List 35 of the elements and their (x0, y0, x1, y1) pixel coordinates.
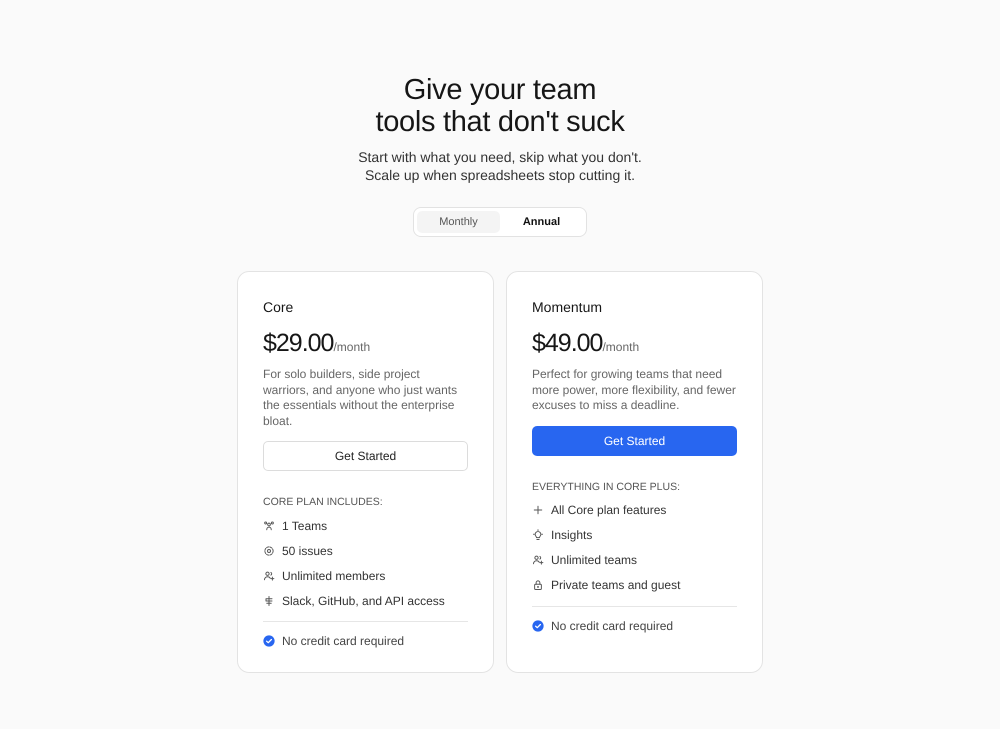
bulb-icon (532, 529, 544, 541)
get-started-button[interactable]: Get Started (263, 441, 468, 471)
plus-icon (532, 504, 544, 516)
feature-label: Slack, GitHub, and API access (282, 594, 445, 608)
plan-price: $49.00 (532, 329, 602, 358)
price-period: /month (602, 340, 640, 354)
feature-label: Unlimited members (282, 568, 386, 582)
billing-tab[interactable]: Monthly (417, 211, 500, 233)
plan-description: Perfect for growing teams that need more power, more flexibility, and fewer excuses to miss a deadline. (532, 367, 737, 414)
feature-label: All Core plan features (551, 503, 666, 517)
target-icon (263, 544, 275, 556)
feature-label: 50 issues (282, 544, 333, 558)
features-heading: CORE PLAN INCLUDES: (263, 496, 384, 508)
features-heading: EVERYTHING IN CORE PLUS: (532, 480, 682, 492)
note-text: No credit card required (551, 618, 674, 632)
user-add-icon (532, 554, 544, 566)
feature-label: 1 Teams (282, 518, 328, 532)
feature-label: Unlimited teams (551, 553, 638, 567)
plan-name: Core (263, 299, 294, 315)
plan-name: Momentum (532, 299, 604, 315)
feature-label: Insights (551, 528, 592, 542)
plan-description: For solo builders, side project warriors, and anyone who just wants the essentials without the enterprise bloat. (263, 367, 458, 429)
lock-icon (532, 579, 544, 591)
get-started-button[interactable]: Get Started (532, 426, 737, 456)
check-circle-icon (532, 620, 544, 632)
user-add-icon (263, 570, 275, 582)
plan-price: $29.00 (263, 329, 334, 358)
plug-icon (263, 594, 275, 606)
check-circle-icon (263, 635, 275, 647)
page-heading: Give your team tools that don't suck (375, 74, 625, 138)
note-text: No credit card required (282, 634, 404, 648)
price-period: /month (333, 340, 370, 354)
subtitle: Start with what you need, skip what you don't. Scale up when spreadsheets stop cutting it. (358, 148, 642, 184)
feature-label: Private teams and guest (551, 578, 680, 592)
people-icon (263, 520, 275, 532)
